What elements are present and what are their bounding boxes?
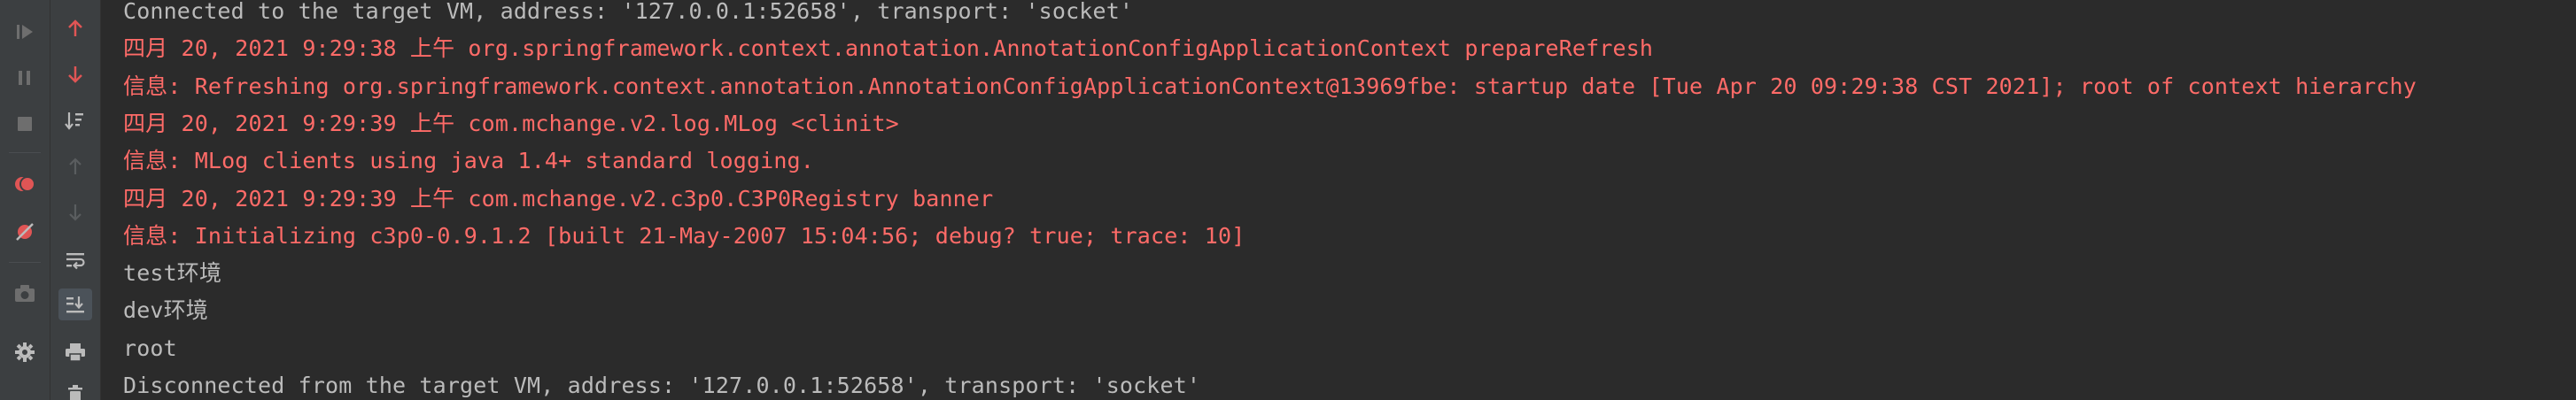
- view-breakpoints-icon[interactable]: [8, 168, 42, 200]
- console-line: Disconnected from the target VM, address…: [123, 373, 1201, 398]
- toolbar-separator: [9, 262, 41, 263]
- down-trace-icon[interactable]: [58, 196, 92, 228]
- debug-console-window: Connected to the target VM, address: '12…: [0, 0, 2576, 400]
- mute-breakpoints-icon[interactable]: [8, 216, 42, 248]
- camera-icon[interactable]: [8, 278, 42, 310]
- console-line: 信息: Initializing c3p0-0.9.1.2 [built 21-…: [123, 222, 1245, 249]
- scroll-to-end-icon[interactable]: [58, 288, 92, 320]
- soft-wrap-icon[interactable]: [58, 244, 92, 276]
- trash-icon[interactable]: [58, 379, 92, 400]
- console-line: Connected to the target VM, address: '12…: [123, 0, 1134, 24]
- console-line: 四月 20, 2021 9:29:39 上午 com.mchange.v2.lo…: [123, 110, 899, 136]
- console-line: root: [123, 335, 177, 361]
- up-arrow-icon[interactable]: [58, 12, 92, 44]
- print-icon[interactable]: [58, 336, 92, 368]
- up-trace-icon[interactable]: [58, 150, 92, 182]
- console-toolbar: [50, 0, 101, 400]
- console-line: dev环境: [123, 297, 208, 324]
- toolbar-separator: [9, 152, 41, 153]
- console-line: 四月 20, 2021 9:29:39 上午 com.mchange.v2.c3…: [123, 185, 994, 212]
- debug-toolbar: [0, 0, 50, 400]
- console-line: 信息: MLog clients using java 1.4+ standar…: [123, 148, 814, 174]
- resume-icon[interactable]: [8, 16, 42, 48]
- sort-icon[interactable]: [58, 104, 92, 136]
- console-output[interactable]: Connected to the target VM, address: '12…: [100, 0, 2576, 400]
- console-line: test环境: [123, 260, 222, 287]
- console-line: 四月 20, 2021 9:29:38 上午 org.springframewo…: [123, 35, 1654, 62]
- down-arrow-icon[interactable]: [58, 58, 92, 90]
- settings-icon[interactable]: [8, 336, 42, 368]
- console-line: 信息: Refreshing org.springframework.conte…: [123, 73, 2417, 99]
- pause-icon[interactable]: [8, 62, 42, 94]
- stop-icon[interactable]: [8, 108, 42, 140]
